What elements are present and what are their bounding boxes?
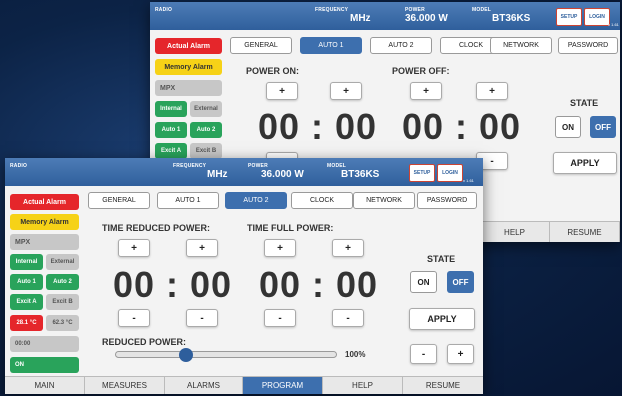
front-window: RADIO FREQUENCY MHz POWER 36.000 W MODEL…: [5, 158, 483, 394]
time-reduced-power-label: TIME REDUCED POWER:: [102, 223, 210, 233]
apply-button[interactable]: APPLY: [553, 152, 617, 174]
nav-help[interactable]: HELP: [480, 222, 550, 242]
tab-network[interactable]: NETWORK: [353, 192, 415, 209]
excit-b-indicator[interactable]: Excit B: [46, 294, 79, 310]
login-button[interactable]: LOGIN: [437, 164, 463, 182]
on-hours-plus-button[interactable]: +: [266, 82, 298, 100]
full-minutes-minus-button[interactable]: -: [332, 309, 364, 327]
auto2-indicator[interactable]: Auto 2: [46, 274, 79, 290]
nav-help[interactable]: HELP: [323, 377, 403, 394]
internal-indicator[interactable]: Internal: [10, 254, 43, 270]
power-off-time: 00 : 00: [402, 106, 522, 147]
radio-label: RADIO: [155, 7, 173, 13]
nav-program[interactable]: PROGRAM: [243, 377, 323, 394]
power-value: 36.000 W: [261, 169, 304, 180]
external-indicator[interactable]: External: [46, 254, 79, 270]
reduced-power-slider[interactable]: [115, 351, 337, 358]
reduced-power-slider-handle[interactable]: [179, 348, 194, 362]
reduced-minutes-plus-button[interactable]: +: [186, 239, 218, 257]
time-full-power-value: 00 : 00: [259, 264, 379, 305]
memory-alarm-indicator[interactable]: Memory Alarm: [10, 214, 79, 230]
temperature-2-indicator: 62.3 °C: [46, 315, 79, 331]
power-off-label: POWER OFF:: [392, 66, 450, 76]
external-indicator[interactable]: External: [190, 101, 222, 117]
back-header: RADIO FREQUENCY MHz POWER 36.000 W MODEL…: [150, 2, 620, 30]
excit-b-indicator[interactable]: Excit B: [190, 143, 222, 159]
memory-alarm-indicator[interactable]: Memory Alarm: [155, 59, 222, 75]
front-header: RADIO FREQUENCY MHz POWER 36.000 W MODEL…: [5, 158, 483, 186]
login-button[interactable]: LOGIN: [584, 8, 610, 26]
tab-general[interactable]: GENERAL: [88, 192, 150, 209]
internal-indicator[interactable]: Internal: [155, 101, 187, 117]
radio-label: RADIO: [10, 163, 28, 169]
nav-resume[interactable]: RESUME: [403, 377, 483, 394]
setup-button[interactable]: SETUP: [409, 164, 435, 182]
nav-main[interactable]: MAIN: [5, 377, 85, 394]
on-minutes-plus-button[interactable]: +: [330, 82, 362, 100]
actual-alarm-indicator[interactable]: Actual Alarm: [10, 194, 79, 210]
tab-network[interactable]: NETWORK: [490, 37, 552, 54]
reduced-power-minus-button[interactable]: -: [410, 344, 437, 364]
frequency-value: MHz: [207, 169, 228, 180]
apply-button[interactable]: APPLY: [409, 308, 475, 330]
setup-button[interactable]: SETUP: [556, 8, 582, 26]
off-minutes-plus-button[interactable]: +: [476, 82, 508, 100]
actual-alarm-indicator[interactable]: Actual Alarm: [155, 38, 222, 54]
state-label: STATE: [427, 254, 456, 264]
version-label: v 1.61: [463, 178, 474, 183]
temperature-1-indicator: 28.1 °C: [10, 315, 43, 331]
excit-a-indicator[interactable]: Excit A: [155, 143, 187, 159]
reduced-power-percent: 100%: [345, 350, 366, 359]
on-indicator[interactable]: ON: [10, 357, 79, 373]
model-value: BT36KS: [341, 169, 380, 180]
frequency-value: MHz: [350, 13, 371, 24]
frequency-label: FREQUENCY: [315, 7, 349, 13]
full-hours-minus-button[interactable]: -: [264, 309, 296, 327]
power-value: 36.000 W: [405, 13, 448, 24]
reduced-power-label: REDUCED POWER:: [102, 337, 187, 347]
state-label: STATE: [570, 98, 599, 108]
state-on-button[interactable]: ON: [555, 116, 581, 138]
frequency-label: FREQUENCY: [173, 163, 207, 169]
tab-general[interactable]: GENERAL: [230, 37, 292, 54]
auto2-indicator[interactable]: Auto 2: [190, 122, 222, 138]
mpx-indicator: MPX: [155, 80, 222, 96]
nav-measures[interactable]: MEASURES: [85, 377, 165, 394]
power-on-time: 00 : 00: [258, 106, 378, 147]
excit-a-indicator[interactable]: Excit A: [10, 294, 43, 310]
model-value: BT36KS: [492, 13, 531, 24]
reduced-minutes-minus-button[interactable]: -: [186, 309, 218, 327]
power-on-label: POWER ON:: [246, 66, 299, 76]
state-on-button[interactable]: ON: [410, 271, 437, 293]
state-off-button[interactable]: OFF: [590, 116, 616, 138]
auto1-indicator[interactable]: Auto 1: [10, 274, 43, 290]
time-full-power-label: TIME FULL POWER:: [247, 223, 334, 233]
off-hours-plus-button[interactable]: +: [410, 82, 442, 100]
full-hours-plus-button[interactable]: +: [264, 239, 296, 257]
tab-auto2[interactable]: AUTO 2: [370, 37, 432, 54]
reduced-hours-minus-button[interactable]: -: [118, 309, 150, 327]
auto1-indicator[interactable]: Auto 1: [155, 122, 187, 138]
nav-resume[interactable]: RESUME: [550, 222, 620, 242]
tab-auto2[interactable]: AUTO 2: [225, 192, 287, 209]
version-label: v 1.61: [608, 22, 619, 27]
reduced-power-plus-button[interactable]: +: [447, 344, 474, 364]
tab-auto1[interactable]: AUTO 1: [157, 192, 219, 209]
time-reduced-power-value: 00 : 00: [113, 264, 233, 305]
state-off-button[interactable]: OFF: [447, 271, 474, 293]
nav-alarms[interactable]: ALARMS: [165, 377, 243, 394]
tab-password[interactable]: PASSWORD: [417, 192, 477, 209]
reduced-hours-plus-button[interactable]: +: [118, 239, 150, 257]
tab-clock[interactable]: CLOCK: [291, 192, 353, 209]
mpx-indicator: MPX: [10, 234, 79, 250]
tab-auto1[interactable]: AUTO 1: [300, 37, 362, 54]
model-label: MODEL: [472, 7, 492, 13]
tab-password[interactable]: PASSWORD: [558, 37, 618, 54]
full-minutes-plus-button[interactable]: +: [332, 239, 364, 257]
clock-indicator: 00:00: [10, 336, 79, 352]
front-bottom-nav: MAIN MEASURES ALARMS PROGRAM HELP RESUME: [5, 376, 483, 394]
